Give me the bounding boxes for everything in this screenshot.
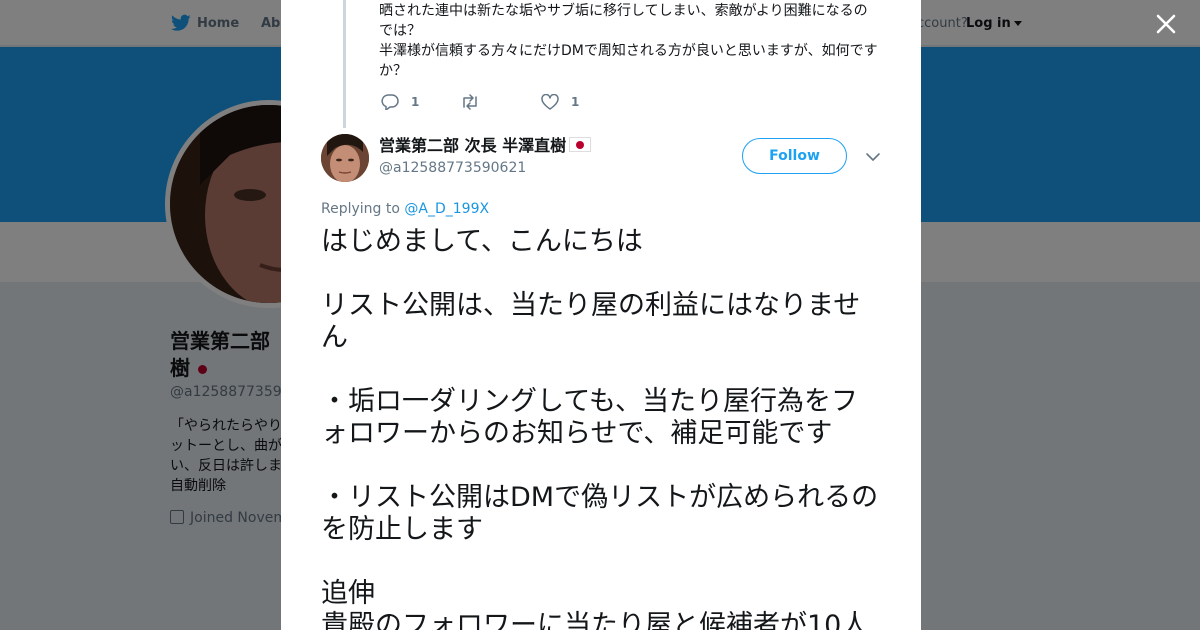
japan-flag-icon — [569, 137, 592, 152]
close-icon[interactable] — [1154, 12, 1178, 36]
tweet-text-line: では？ — [379, 23, 421, 39]
reply-count: 1 — [411, 95, 420, 109]
author-name[interactable]: 営業第二部 次長 半澤直樹 — [379, 135, 592, 157]
like-count: 1 — [571, 95, 580, 109]
tweet-text-line: か？ — [379, 63, 407, 79]
follow-button[interactable]: Follow — [742, 138, 847, 174]
tweet-text: はじめまして、こんにちは リスト公開は、当たり屋の利益にはなりません ・垢ロ一ダ… — [321, 226, 879, 630]
like-action[interactable]: 1 — [541, 92, 579, 112]
previous-tweet-text: 晒された連中は新たな垢やサブ垢に移行してしまい、索敵がより困難になるの では？ … — [379, 1, 889, 81]
tweet-text-line: 晒された連中は新たな垢やサブ垢に移行してしまい、索敵がより困難になるの — [379, 3, 868, 19]
thread-connector-line — [343, 0, 346, 128]
reply-action[interactable]: 1 — [381, 92, 419, 112]
author-avatar[interactable] — [321, 134, 369, 182]
replying-to: Replying to @A_D_199X — [321, 201, 490, 217]
chevron-down-icon[interactable] — [865, 150, 881, 164]
author-handle[interactable]: @a12588773590621 — [379, 160, 526, 176]
heart-icon — [541, 94, 559, 110]
reply-icon — [381, 94, 399, 110]
tweet-text-line: 半澤様が信頼する方々にだけDMで周知される方が良いと思いますが、如何です — [379, 43, 878, 59]
retweet-action[interactable] — [460, 92, 486, 112]
replying-to-handle-link[interactable]: @A_D_199X — [404, 201, 489, 217]
tweet-modal: 晒された連中は新たな垢やサブ垢に移行してしまい、索敵がより困難になるの では？ … — [281, 0, 921, 630]
retweet-icon — [463, 94, 477, 110]
